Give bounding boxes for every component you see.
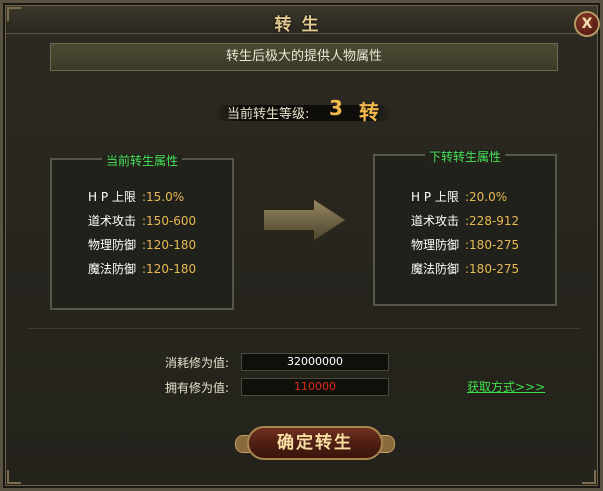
confirm-rebirth-label[interactable]: 确定转生: [247, 426, 383, 460]
level-value: 3: [329, 96, 343, 120]
corner-ornament: [7, 7, 21, 21]
rebirth-dialog: 转生 X 转生后极大的提供人物属性 当前转生等级: 3 转 当前转生属性 H P…: [0, 0, 603, 491]
attr-row: 魔法防御 :120-180: [88, 260, 196, 277]
attr-value: :180-275: [465, 262, 520, 276]
attr-value: :228-912: [465, 214, 520, 228]
next-attributes-panel: 下转转生属性 H P 上限 :20.0% 道术攻击 :228-912 物理防御 :18…: [373, 150, 557, 306]
level-label: 当前转生等级:: [227, 107, 310, 122]
attr-label: 物理防御: [88, 238, 137, 252]
obtain-method-link[interactable]: 获取方式>>>: [467, 378, 545, 395]
attr-value: :180-275: [465, 238, 520, 252]
attr-label: 道术攻击: [88, 214, 137, 228]
attr-value: :120-180: [142, 238, 197, 252]
confirm-rebirth-button[interactable]: 确定转生: [235, 423, 395, 463]
next-panel-title: 下转转生属性: [424, 150, 505, 164]
close-button[interactable]: X: [574, 11, 600, 37]
info-banner: 转生后极大的提供人物属性: [50, 43, 558, 71]
attr-label: H P 上限: [411, 190, 459, 204]
attr-label: 物理防御: [411, 238, 460, 252]
attr-row: 物理防御 :120-180: [88, 236, 196, 253]
attr-value: :120-180: [142, 262, 197, 276]
close-icon: X: [581, 16, 593, 32]
attr-label: 魔法防御: [88, 262, 137, 276]
consume-value-field: 32000000: [241, 353, 389, 371]
rebirth-level-row: 当前转生等级: 3 转: [153, 95, 453, 127]
attr-row: 魔法防御 :180-275: [411, 260, 519, 277]
own-label: 拥有修为值:: [165, 381, 230, 395]
attr-label: 魔法防御: [411, 262, 460, 276]
divider: [27, 328, 581, 329]
attr-label: H P 上限: [88, 190, 136, 204]
title-bar: 转生: [6, 6, 597, 35]
attr-row: H P 上限 :15.0%: [88, 188, 184, 205]
attr-value: :20.0%: [465, 190, 508, 204]
attr-row: 道术攻击 :228-912: [411, 212, 519, 229]
corner-ornament: [582, 470, 596, 484]
attr-label: 道术攻击: [411, 214, 460, 228]
corner-ornament: [7, 470, 21, 484]
current-attributes-panel: 当前转生属性 H P 上限 :15.0% 道术攻击 :150-600 物理防御 :12…: [50, 154, 234, 310]
level-unit: 转: [359, 100, 379, 124]
attr-row: 物理防御 :180-275: [411, 236, 519, 253]
attr-value: :15.0%: [142, 190, 185, 204]
attr-row: 道术攻击 :150-600: [88, 212, 196, 229]
window-title: 转生: [274, 15, 329, 35]
attr-row: H P 上限 :20.0%: [411, 188, 507, 205]
own-value-field: 110000: [241, 378, 389, 396]
current-panel-title: 当前转生属性: [101, 154, 182, 168]
consume-label: 消耗修为值:: [165, 356, 230, 370]
right-arrow-icon: [262, 196, 349, 244]
attr-value: :150-600: [142, 214, 197, 228]
